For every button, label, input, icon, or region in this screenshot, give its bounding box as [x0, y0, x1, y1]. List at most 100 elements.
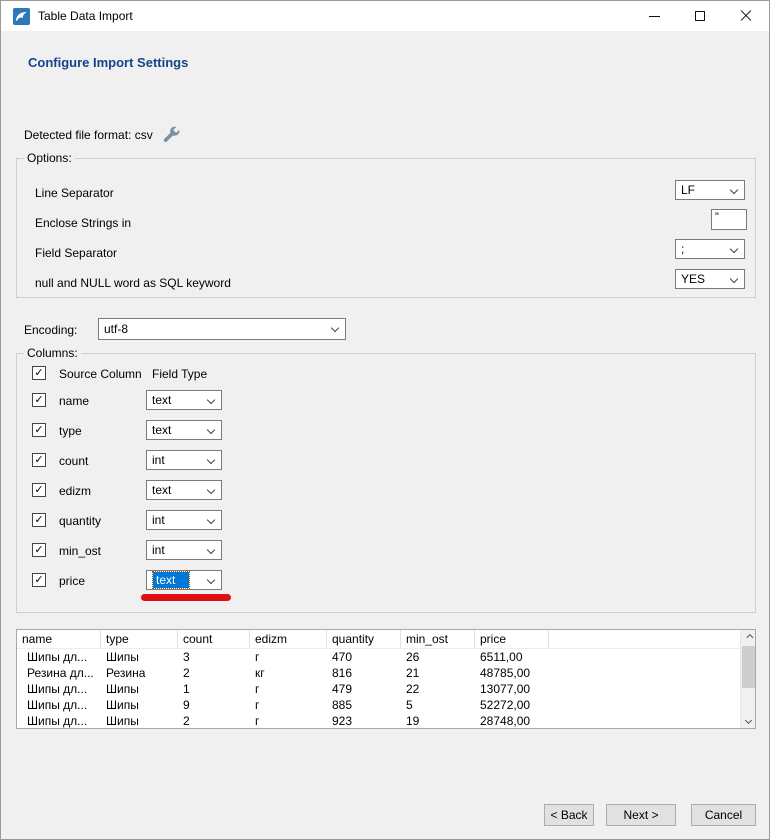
column-label-count: count — [59, 454, 88, 468]
table-row[interactable]: Резина дл... Резина 2 кг 816 21 48785,00 — [17, 665, 740, 681]
null-keyword-value: YES — [681, 272, 705, 286]
scroll-up-icon[interactable] — [741, 630, 755, 645]
table-row[interactable]: Шипы дл... Шипы 9 г 885 5 52272,00 — [17, 697, 740, 713]
cell: 52272,00 — [475, 698, 549, 712]
column-checkbox-quantity[interactable]: ✓ — [32, 513, 46, 527]
mysql-dolphin-icon — [13, 8, 30, 25]
scrollbar-thumb[interactable] — [742, 646, 755, 688]
back-button[interactable]: < Back — [544, 804, 594, 826]
cell: 2 — [178, 714, 250, 728]
column-checkbox-count[interactable]: ✓ — [32, 453, 46, 467]
cell: г — [250, 698, 327, 712]
column-label-quantity: quantity — [59, 514, 101, 528]
field-type-select-name[interactable]: text — [146, 390, 222, 410]
red-annotation-underline — [141, 594, 231, 601]
chevron-down-icon — [730, 245, 738, 253]
cell: 9 — [178, 698, 250, 712]
cell: 28748,00 — [475, 714, 549, 728]
table-row[interactable]: Шипы дл... Шипы 1 г 479 22 13077,00 — [17, 681, 740, 697]
preview-header-filler — [549, 630, 739, 648]
cancel-button[interactable]: Cancel — [691, 804, 756, 826]
encoding-value: utf-8 — [104, 322, 128, 336]
line-separator-select[interactable]: LF — [675, 180, 745, 200]
field-type-select-quantity[interactable]: int — [146, 510, 222, 530]
preview-header-edizm[interactable]: edizm — [250, 630, 327, 648]
column-label-price: price — [59, 574, 85, 588]
window-title: Table Data Import — [38, 9, 133, 23]
columns-group: Columns: ✓ Source Column Field Type ✓ na… — [16, 353, 756, 613]
maximize-icon — [695, 11, 705, 21]
cell: Шипы — [101, 698, 178, 712]
cell: 13077,00 — [475, 682, 549, 696]
wrench-icon[interactable] — [163, 126, 180, 143]
table-data-import-window: Table Data Import Configure Import Setti… — [0, 0, 770, 840]
column-checkbox-min-ost[interactable]: ✓ — [32, 543, 46, 557]
field-type-select-edizm[interactable]: text — [146, 480, 222, 500]
chevron-down-icon — [207, 426, 215, 434]
enclose-strings-value: " — [715, 211, 719, 223]
field-separator-select[interactable]: ; — [675, 239, 745, 259]
cell: 2 — [178, 666, 250, 680]
cell: Шипы дл... — [17, 714, 101, 728]
preview-header-quantity[interactable]: quantity — [327, 630, 401, 648]
field-type-select-min-ost[interactable]: int — [146, 540, 222, 560]
cell: 19 — [401, 714, 475, 728]
field-type-select-count[interactable]: int — [146, 450, 222, 470]
vertical-scrollbar[interactable] — [740, 630, 755, 728]
column-checkbox-type[interactable]: ✓ — [32, 423, 46, 437]
field-type-value-price: text — [153, 572, 189, 588]
preview-header-name[interactable]: name — [17, 630, 101, 648]
scroll-down-icon[interactable] — [741, 713, 755, 728]
cell: 885 — [327, 698, 401, 712]
detected-format-text: Detected file format: csv — [24, 128, 153, 142]
checkmark-icon: ✓ — [34, 545, 43, 556]
null-keyword-label: null and NULL word as SQL keyword — [35, 276, 231, 290]
table-row[interactable]: Шипы дл... Шипы 3 г 470 26 6511,00 — [17, 649, 740, 665]
title-bar: Table Data Import — [1, 1, 769, 31]
enclose-strings-label: Enclose Strings in — [35, 216, 131, 230]
select-all-checkbox[interactable]: ✓ — [32, 366, 46, 380]
null-keyword-select[interactable]: YES — [675, 269, 745, 289]
checkmark-icon: ✓ — [34, 575, 43, 586]
column-checkbox-edizm[interactable]: ✓ — [32, 483, 46, 497]
cell: 26 — [401, 650, 475, 664]
cell: Шипы дл... — [17, 682, 101, 696]
field-type-value-name: text — [152, 393, 171, 407]
chevron-down-icon — [331, 324, 339, 332]
field-type-value-type: text — [152, 423, 171, 437]
preview-header-type[interactable]: type — [101, 630, 178, 648]
cell: Резина — [101, 666, 178, 680]
field-separator-value: ; — [681, 242, 684, 256]
checkmark-icon: ✓ — [34, 455, 43, 466]
column-checkbox-price[interactable]: ✓ — [32, 573, 46, 587]
preview-header-min-ost[interactable]: min_ost — [401, 630, 475, 648]
preview-header-price[interactable]: price — [475, 630, 549, 648]
close-icon — [740, 10, 752, 22]
enclose-strings-input[interactable]: " — [711, 209, 747, 230]
field-type-select-price[interactable]: text — [146, 570, 222, 590]
encoding-select[interactable]: utf-8 — [98, 318, 346, 340]
column-checkbox-name[interactable]: ✓ — [32, 393, 46, 407]
close-button[interactable] — [723, 1, 769, 31]
next-button[interactable]: Next > — [606, 804, 676, 826]
cell: 923 — [327, 714, 401, 728]
cell: 5 — [401, 698, 475, 712]
column-label-name: name — [59, 394, 89, 408]
cell: г — [250, 650, 327, 664]
field-type-value-edizm: text — [152, 483, 171, 497]
chevron-down-icon — [207, 516, 215, 524]
preview-header-count[interactable]: count — [178, 630, 250, 648]
checkmark-icon: ✓ — [34, 368, 43, 379]
chevron-down-icon — [207, 546, 215, 554]
maximize-button[interactable] — [677, 1, 723, 31]
field-separator-label: Field Separator — [35, 246, 117, 260]
chevron-down-icon — [207, 456, 215, 464]
checkmark-icon: ✓ — [34, 485, 43, 496]
minimize-button[interactable] — [631, 1, 677, 31]
cell: 22 — [401, 682, 475, 696]
field-type-select-type[interactable]: text — [146, 420, 222, 440]
preview-header-row: name type count edizm quantity min_ost p… — [17, 630, 740, 649]
table-row[interactable]: Шипы дл... Шипы 2 г 923 19 28748,00 — [17, 713, 740, 728]
minimize-icon — [649, 16, 660, 17]
cell: Шипы — [101, 650, 178, 664]
